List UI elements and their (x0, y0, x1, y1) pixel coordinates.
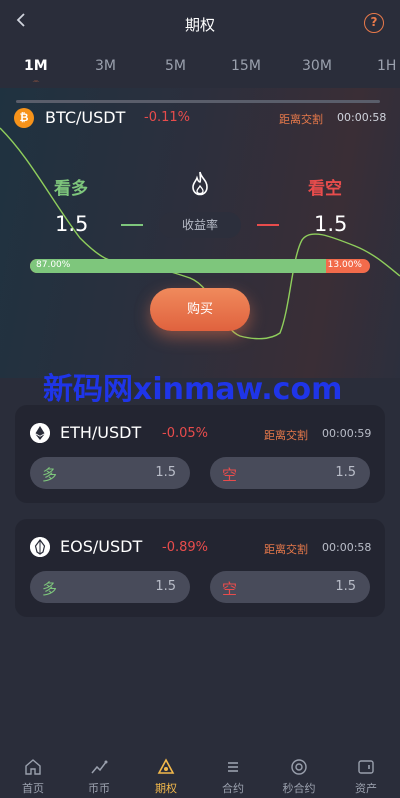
tab-timeframe-3m[interactable]: 3M (95, 58, 116, 74)
tab-spot[interactable]: 币币 (66, 750, 132, 798)
tab-timeframe-15m[interactable]: 15M (231, 58, 261, 74)
help-icon[interactable]: ? (364, 13, 384, 33)
pair-card-eos[interactable]: EOS/USDT -0.89% 距离交割 00:00:58 多 1.5 空 1.… (15, 519, 385, 617)
bull-dash (121, 224, 143, 226)
pair-card-eth[interactable]: ETH/USDT -0.05% 距离交割 00:00:59 多 1.5 空 1.… (15, 405, 385, 503)
card-pair-name: ETH/USDT (60, 423, 142, 442)
settle-progress-bar (16, 100, 380, 103)
card-settle-label: 距离交割 (264, 429, 308, 442)
tab-assets[interactable]: 资产 (333, 750, 399, 798)
current-pair-row: ₿ BTC/USDT -0.11% 距离交割 00:00:58 (14, 108, 386, 128)
long-label: 多 (42, 466, 58, 484)
contract-icon (228, 762, 238, 772)
short-button[interactable]: 空 1.5 (210, 571, 370, 603)
buy-button[interactable]: 购买 (150, 288, 250, 331)
tab-timeframe-30m[interactable]: 30M (302, 58, 332, 74)
long-ratio-label: 87.00% (36, 260, 71, 270)
long-value: 1.5 (155, 579, 176, 594)
short-ratio-label: 13.00% (327, 260, 362, 270)
trend-icon (91, 760, 108, 774)
card-pair-change: -0.89% (162, 540, 208, 555)
tab-label: 资产 (355, 782, 377, 795)
btc-coin-icon: ₿ (14, 108, 34, 128)
short-label: 空 (222, 580, 238, 598)
tab-label: 秒合约 (282, 782, 316, 795)
tab-timeframe-1h[interactable]: 1H (377, 58, 396, 74)
timeframe-tabs: 1M 3M 5M 15M 30M 1H (0, 48, 400, 89)
long-short-ratio-bar: 87.00% 13.00% (30, 259, 370, 273)
eos-coin-icon (30, 537, 50, 557)
pair-change: -0.11% (144, 110, 190, 125)
page-title: 期权 (184, 16, 215, 34)
tab-options[interactable]: 期权 (133, 750, 199, 798)
card-settle-label: 距离交割 (264, 543, 308, 556)
card-settle-countdown: 00:00:58 (322, 541, 372, 554)
top-bar: 期权 ? (0, 0, 400, 48)
card-pair-name: EOS/USDT (60, 537, 143, 556)
bear-button[interactable]: 看空 (308, 174, 342, 199)
bottom-tab-bar: 首页 币币 期权 合约 秒合约 资产 (0, 750, 400, 798)
tab-label: 币币 (88, 782, 110, 795)
card-settle-countdown: 00:00:59 (322, 427, 372, 440)
tab-label: 首页 (22, 782, 44, 795)
long-value: 1.5 (155, 465, 176, 480)
short-label: 空 (222, 466, 238, 484)
fire-icon (192, 171, 208, 196)
settle-label: 距离交割 (279, 113, 323, 126)
bull-rate-value: 1.5 (55, 212, 89, 236)
rate-label: 收益率 (159, 212, 241, 238)
tab-contract[interactable]: 合约 (200, 750, 266, 798)
short-value: 1.5 (335, 579, 356, 594)
tab-home[interactable]: 首页 (0, 750, 66, 798)
eth-coin-icon (30, 423, 50, 443)
short-button[interactable]: 空 1.5 (210, 457, 370, 489)
long-button[interactable]: 多 1.5 (30, 457, 190, 489)
short-value: 1.5 (335, 465, 356, 480)
card-pair-change: -0.05% (162, 426, 208, 441)
target-icon (291, 759, 307, 775)
tab-timeframe-5m[interactable]: 5M (165, 58, 186, 74)
active-timeframe-indicator (32, 80, 40, 82)
tab-timeframe-1m[interactable]: 1M (24, 58, 48, 74)
bear-dash (257, 224, 279, 226)
tab-label: 期权 (155, 782, 177, 795)
long-button[interactable]: 多 1.5 (30, 571, 190, 603)
watermark-text: 新码网xinmaw.com (43, 372, 343, 407)
option-trade-panel: ₿ BTC/USDT -0.11% 距离交割 00:00:58 看多 看空 1.… (0, 88, 400, 378)
long-ratio-fill (30, 259, 326, 273)
bear-rate-value: 1.5 (314, 212, 348, 236)
wallet-icon (358, 760, 374, 774)
long-label: 多 (42, 580, 58, 598)
pair-name: BTC/USDT (45, 108, 126, 127)
tab-second-contract[interactable]: 秒合约 (266, 750, 332, 798)
tab-label: 合约 (222, 782, 244, 795)
bull-button[interactable]: 看多 (54, 174, 88, 199)
home-icon (25, 759, 41, 775)
options-icon (157, 758, 175, 774)
settle-countdown: 00:00:58 (337, 111, 387, 124)
